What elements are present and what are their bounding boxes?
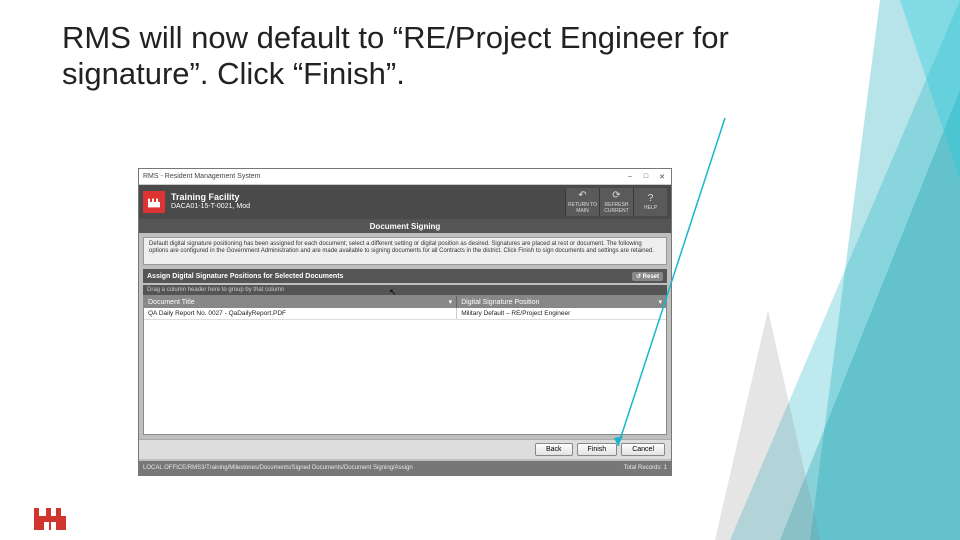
- pointer-arrow: [0, 0, 960, 540]
